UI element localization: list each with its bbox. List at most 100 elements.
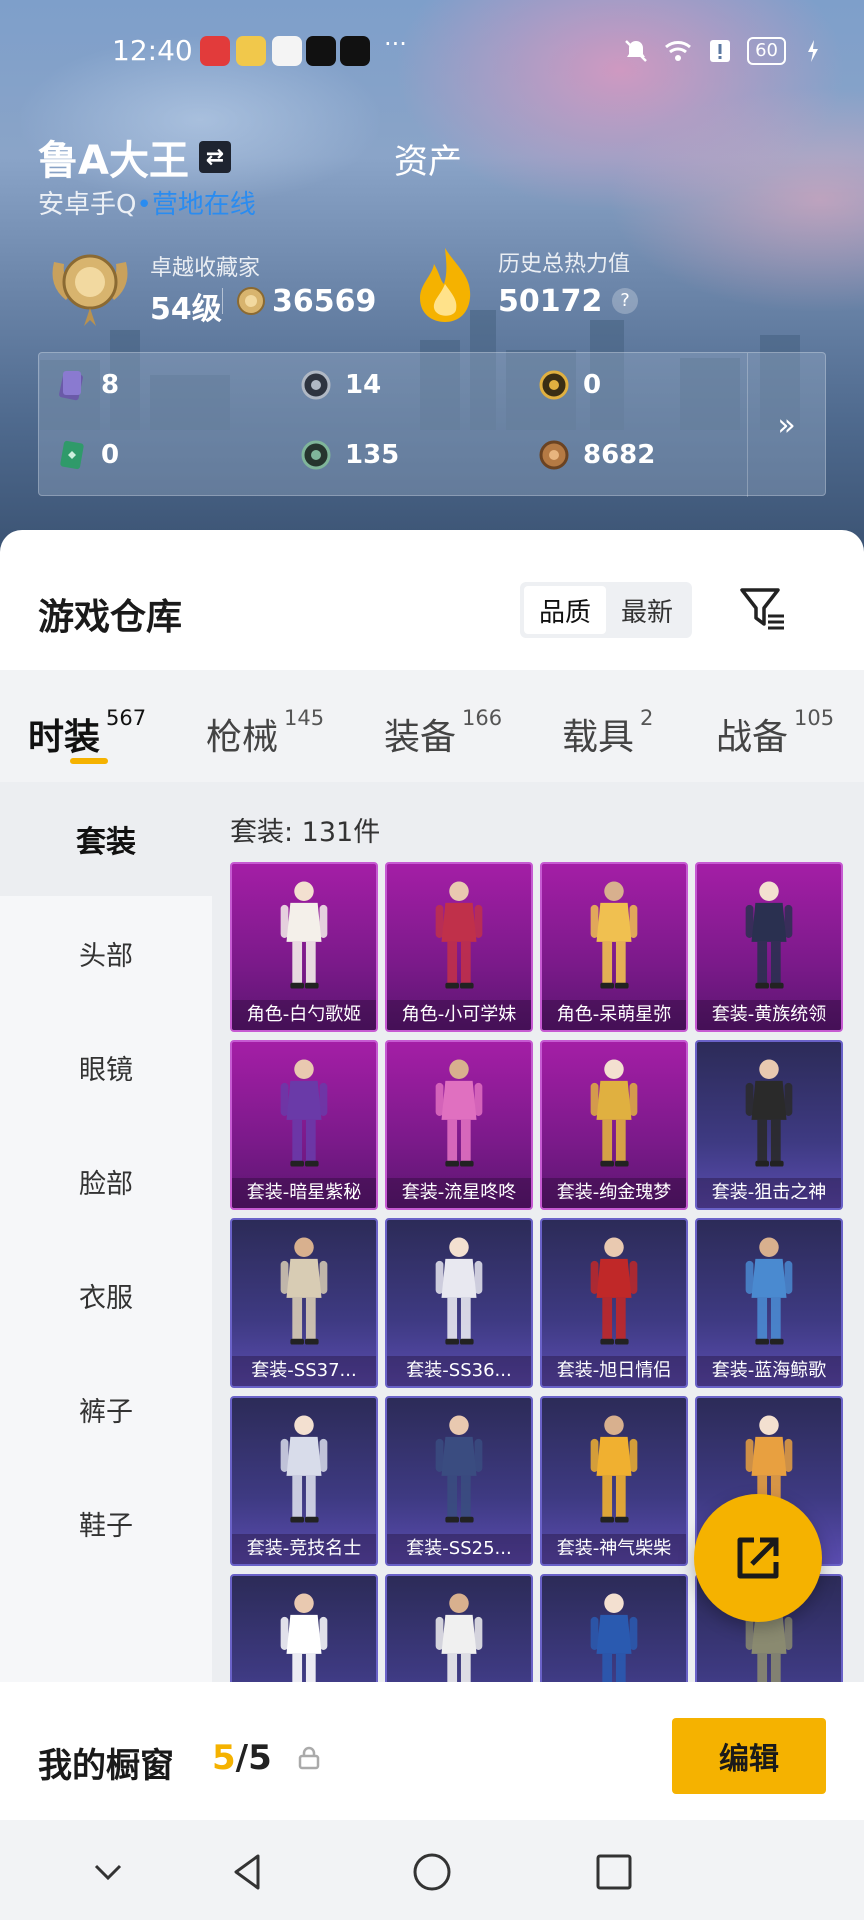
sort-quality-button[interactable]: 品质 <box>524 586 606 634</box>
outfit-figure-icon <box>435 1415 483 1523</box>
outfit-figure-icon <box>280 1237 328 1345</box>
asset-item: 0 <box>57 439 119 471</box>
showcase-title: 我的橱窗 <box>38 1746 174 1786</box>
asset-item: 0 <box>539 369 601 401</box>
profile-header: 12:40 ··· 60 鲁A大王 ⇄ 资产 安卓手Q•营地在线 卓越收藏家 5… <box>0 0 864 560</box>
expand-assets-button[interactable]: » <box>747 353 825 497</box>
item-card[interactable]: 套装-流星咚咚 <box>385 1040 533 1210</box>
item-card[interactable]: 角色-小可学妹 <box>385 862 533 1032</box>
showcase-bar: 我的橱窗 5/5 编辑 <box>0 1690 864 1820</box>
item-card-label: 套装-SS36... <box>387 1356 531 1386</box>
item-card-label: 套装-流星咚咚 <box>387 1178 531 1208</box>
asset-value: 8 <box>101 370 120 400</box>
nav-back-icon[interactable] <box>226 1850 270 1894</box>
item-card[interactable]: 套装-SS36... <box>385 1218 533 1388</box>
notification-app-icon <box>236 36 266 66</box>
item-card-label: 角色-小可学妹 <box>387 1000 531 1030</box>
sidebar-item-face[interactable]: 脸部 <box>0 1124 212 1238</box>
lock-icon <box>298 1746 320 1770</box>
asset-item: 135 <box>301 439 399 471</box>
collector-points-icon <box>237 287 265 315</box>
more-notifications-icon: ··· <box>384 30 407 58</box>
asset-item: 8682 <box>539 439 655 471</box>
outfit-figure-icon <box>590 1415 638 1523</box>
sidebar-item-glasses[interactable]: 眼镜 <box>0 1010 212 1124</box>
sidebar-item-suits[interactable]: 套装 <box>0 782 212 896</box>
sidebar-item-clothes[interactable]: 衣服 <box>0 1238 212 1352</box>
item-card-label: 角色-白勺歌姬 <box>232 1000 376 1030</box>
item-card-label: 角色-呆萌星弥 <box>542 1000 686 1030</box>
assets-tab[interactable]: 资产 <box>394 134 462 183</box>
outfit-figure-icon <box>745 881 793 989</box>
outfit-figure-icon <box>745 1059 793 1167</box>
alert-icon <box>705 36 735 66</box>
item-card-label: 套装-暗星紫秘 <box>232 1178 376 1208</box>
item-card[interactable]: 套装-暗星紫秘 <box>230 1040 378 1210</box>
outfit-figure-icon <box>590 1237 638 1345</box>
help-icon[interactable]: ? <box>612 288 638 314</box>
item-card[interactable]: 套装-黄族统领 <box>695 862 843 1032</box>
item-card[interactable]: 套装-神气柴柴 <box>540 1396 688 1566</box>
outfit-figure-icon <box>280 1059 328 1167</box>
tab-firearms[interactable]: 枪械 145 <box>206 706 324 760</box>
item-card[interactable]: 角色-呆萌星弥 <box>540 862 688 1032</box>
item-card[interactable]: 套装-竞技名士 <box>230 1396 378 1566</box>
item-card-label: 套装-SS25... <box>387 1534 531 1564</box>
nav-collapse-icon[interactable] <box>86 1850 130 1894</box>
sort-latest-button[interactable]: 最新 <box>606 586 688 634</box>
asset-value: 0 <box>583 370 602 400</box>
platform-label: 安卓手Q <box>38 190 137 220</box>
battery-indicator: 60 <box>747 37 786 65</box>
switch-account-icon[interactable]: ⇄ <box>198 141 231 173</box>
tab-battle-gear[interactable]: 战备 105 <box>716 706 834 760</box>
item-card[interactable] <box>540 1574 688 1682</box>
nav-home-icon[interactable] <box>410 1850 454 1894</box>
item-card-label: 套装-黄族统领 <box>697 1000 841 1030</box>
item-card[interactable]: 套装-狙击之神 <box>695 1040 843 1210</box>
item-card[interactable]: 套装-旭日情侣 <box>540 1218 688 1388</box>
divider <box>222 288 223 314</box>
nav-recents-icon[interactable] <box>592 1850 636 1894</box>
filter-icon[interactable] <box>738 584 788 634</box>
item-card[interactable]: 套装-蓝海鲸歌 <box>695 1218 843 1388</box>
sort-toggle: 品质 最新 <box>520 582 692 638</box>
share-icon <box>737 1537 779 1579</box>
outfit-figure-icon <box>590 1059 638 1167</box>
item-card-label: 套装-竞技名士 <box>232 1534 376 1564</box>
tiktok-icon <box>340 36 370 66</box>
tab-vehicles[interactable]: 载具 2 <box>562 706 653 760</box>
item-card[interactable]: 角色-白勺歌姬 <box>230 862 378 1032</box>
active-tab-indicator <box>70 758 108 764</box>
item-card[interactable]: 套装-绚金瑰梦 <box>540 1040 688 1210</box>
outfit-figure-icon <box>280 1593 328 1682</box>
share-button[interactable] <box>694 1494 822 1622</box>
tab-fashion[interactable]: 时装 567 <box>28 706 146 760</box>
outfit-figure-icon <box>435 881 483 989</box>
sidebar-item-head[interactable]: 头部 <box>0 896 212 1010</box>
green-coin-icon <box>301 440 331 470</box>
asset-value: 14 <box>345 370 382 400</box>
item-card-label: 套装-绚金瑰梦 <box>542 1178 686 1208</box>
collector-level: 54级 <box>150 292 222 327</box>
asset-summary-panel[interactable]: 8 14 0 0 135 8682 » <box>38 352 826 497</box>
outfit-figure-icon <box>435 1237 483 1345</box>
item-card-label: 套装-SS37... <box>232 1356 376 1386</box>
edit-button[interactable]: 编辑 <box>672 1718 826 1794</box>
system-nav-bar <box>0 1820 864 1920</box>
outfit-figure-icon <box>435 1593 483 1682</box>
collector-title: 卓越收藏家 <box>150 256 261 281</box>
category-tabs: 时装 567 枪械 145 装备 166 载具 2 战备 105 <box>0 670 864 782</box>
player-name: 鲁A大王 <box>38 138 189 184</box>
item-card[interactable]: 套装-SS37... <box>230 1218 378 1388</box>
collector-medal-icon[interactable] <box>44 242 136 328</box>
sidebar-item-pants[interactable]: 裤子 <box>0 1352 212 1466</box>
warehouse-title: 游戏仓库 <box>38 597 183 638</box>
item-card-label: 套装-旭日情侣 <box>542 1356 686 1386</box>
item-card[interactable]: 套装-SS25... <box>385 1396 533 1566</box>
player-platform: 安卓手Q•营地在线 <box>38 184 256 221</box>
item-card[interactable] <box>385 1574 533 1682</box>
item-card[interactable] <box>230 1574 378 1682</box>
tab-equipment[interactable]: 装备 166 <box>384 706 502 760</box>
sidebar-item-shoes[interactable]: 鞋子 <box>0 1466 212 1580</box>
bronze-coin-icon <box>539 440 569 470</box>
